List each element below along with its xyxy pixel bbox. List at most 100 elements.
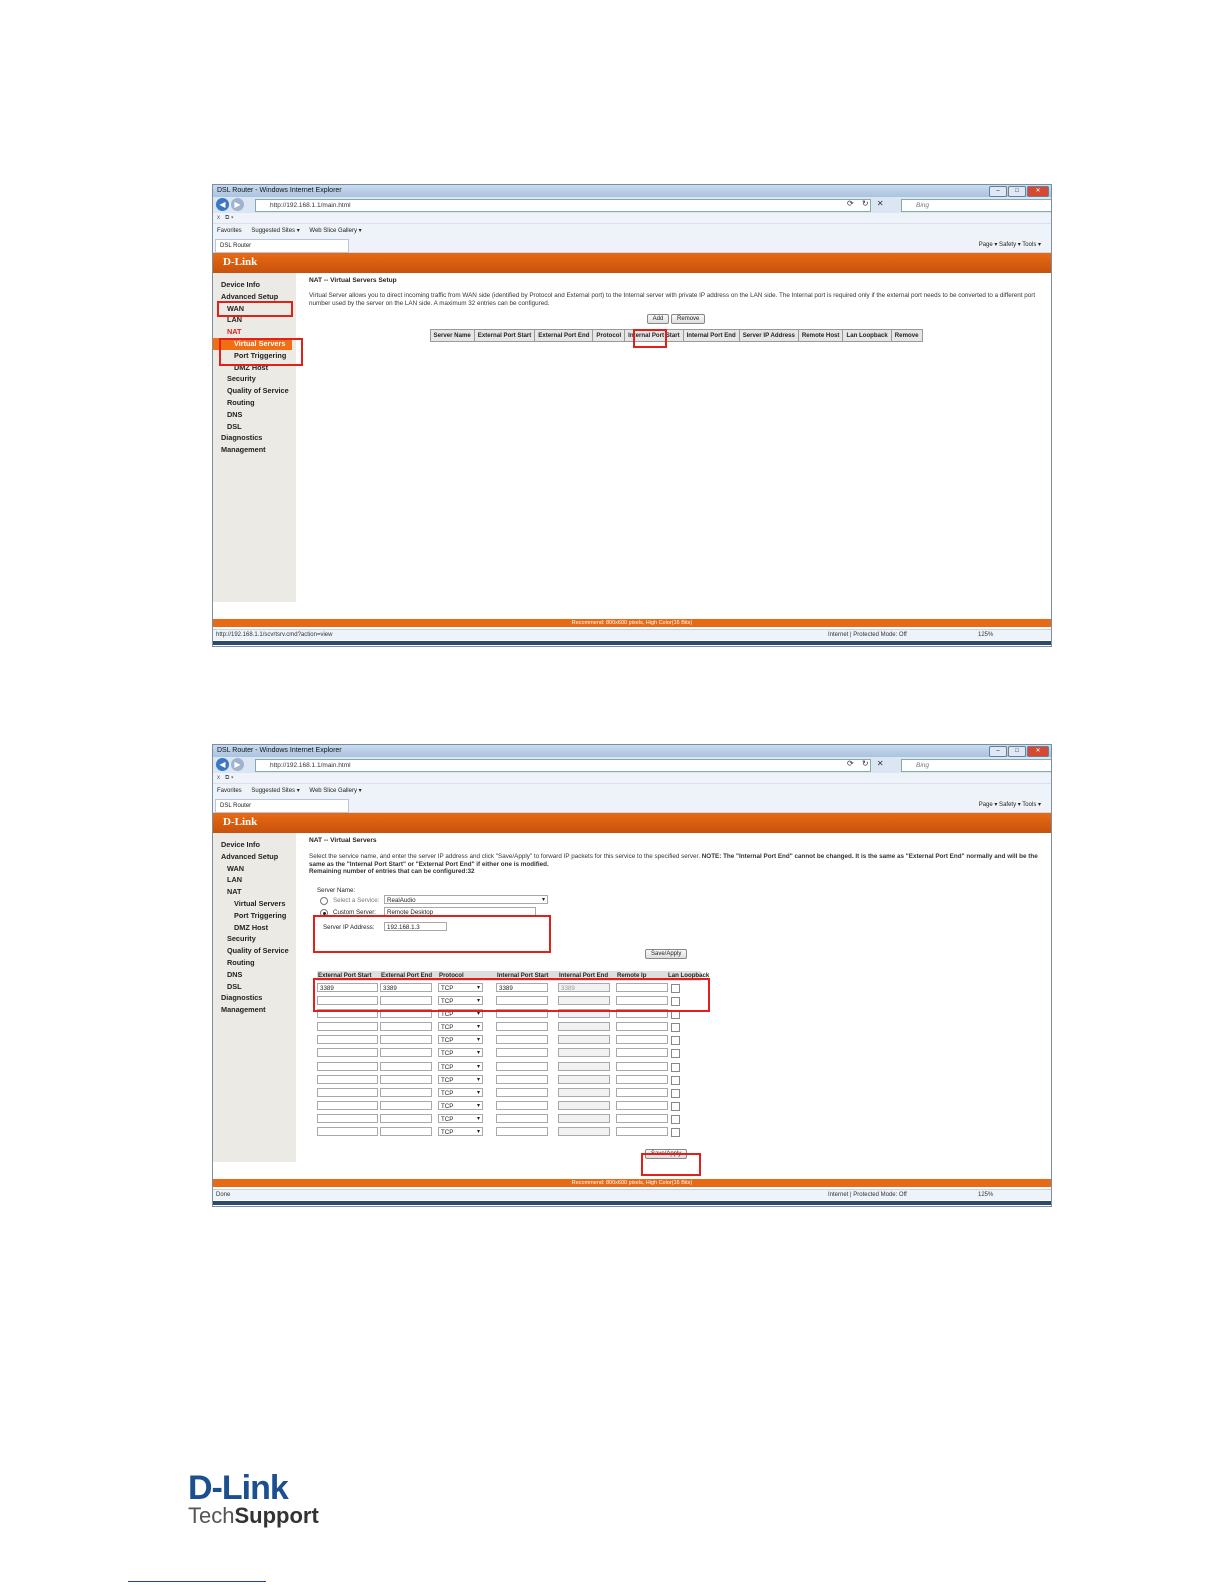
- external-port-start-input[interactable]: [317, 1022, 378, 1032]
- refresh-stop-icons[interactable]: ⟳ ↻ ✕: [847, 759, 887, 768]
- minimize-button[interactable]: –: [989, 186, 1007, 197]
- external-port-start-input[interactable]: [317, 1048, 378, 1058]
- sidebar-item-management[interactable]: Management: [213, 1004, 296, 1016]
- remote-ip-input[interactable]: [616, 1074, 668, 1084]
- sidebar-item-diagnostics[interactable]: Diagnostics: [213, 432, 296, 444]
- external-port-end-input[interactable]: [380, 1035, 432, 1045]
- sidebar-item-nat[interactable]: NAT: [213, 326, 296, 338]
- lan-loopback-checkbox[interactable]: [671, 997, 680, 1007]
- sidebar-item-dns[interactable]: DNS: [213, 969, 296, 981]
- back-icon[interactable]: ◀: [216, 758, 229, 771]
- internal-port-start-input[interactable]: [496, 1009, 548, 1019]
- sidebar-item-advanced-setup[interactable]: Advanced Setup: [213, 291, 296, 303]
- favorites-button[interactable]: Favorites: [217, 228, 242, 234]
- lan-loopback-checkbox[interactable]: [671, 984, 680, 993]
- protocol-select[interactable]: TCP: [438, 1074, 483, 1085]
- sidebar-item-management[interactable]: Management: [213, 444, 296, 456]
- internal-port-start-input[interactable]: [496, 1035, 548, 1045]
- sidebar-item-port-triggering[interactable]: Port Triggering: [213, 350, 296, 362]
- refresh-stop-icons[interactable]: ⟳ ↻ ✕: [847, 199, 887, 208]
- external-port-start-input[interactable]: [317, 1087, 378, 1097]
- external-port-start-input[interactable]: [317, 1074, 378, 1084]
- command-bar[interactable]: Page ▾ Safety ▾ Tools ▾: [979, 240, 1041, 250]
- external-port-end-input[interactable]: 3389: [380, 983, 432, 992]
- external-port-end-input[interactable]: [380, 1100, 432, 1110]
- external-port-end-input[interactable]: [380, 1048, 432, 1058]
- internal-port-start-input[interactable]: [496, 1048, 548, 1058]
- minimize-button[interactable]: –: [989, 746, 1007, 757]
- sidebar-item-device-info[interactable]: Device Info: [213, 839, 296, 851]
- sidebar-item-routing[interactable]: Routing: [213, 957, 296, 969]
- external-port-end-input[interactable]: [380, 1087, 432, 1097]
- sidebar-item-port-triggering[interactable]: Port Triggering: [213, 910, 296, 922]
- select-service-radio[interactable]: [320, 897, 328, 905]
- remote-ip-input[interactable]: [616, 1100, 668, 1110]
- sidebar-item-device-info[interactable]: Device Info: [213, 279, 296, 291]
- sidebar-item-dmz-host[interactable]: DMZ Host: [213, 362, 296, 374]
- internal-port-start-input[interactable]: [496, 1113, 548, 1123]
- sidebar-item-lan[interactable]: LAN: [213, 874, 296, 886]
- web-slice-gallery-link[interactable]: Web Slice Gallery ▾: [309, 228, 361, 234]
- external-port-start-input[interactable]: [317, 1061, 378, 1071]
- external-port-end-input[interactable]: [380, 1127, 432, 1137]
- external-port-start-input[interactable]: [317, 1100, 378, 1110]
- lan-loopback-checkbox[interactable]: [671, 1062, 680, 1072]
- favorites-button[interactable]: Favorites: [217, 788, 242, 794]
- external-port-start-input[interactable]: [317, 996, 378, 1006]
- remove-button[interactable]: Remove: [671, 314, 706, 324]
- remote-ip-input[interactable]: [616, 1113, 668, 1123]
- server-ip-input[interactable]: 192.168.1.3: [384, 922, 447, 931]
- close-button[interactable]: ✕: [1027, 746, 1049, 757]
- search-input[interactable]: Bing: [901, 199, 1051, 212]
- protocol-select[interactable]: TCP: [438, 996, 483, 1006]
- sidebar-item-virtual-servers[interactable]: Virtual Servers: [213, 898, 296, 910]
- sidebar-item-security[interactable]: Security: [213, 933, 296, 945]
- internal-port-start-input[interactable]: [496, 1074, 548, 1084]
- internal-port-start-input[interactable]: [496, 996, 548, 1006]
- remote-ip-input[interactable]: [616, 1087, 668, 1097]
- protocol-select[interactable]: TCP: [438, 1127, 483, 1137]
- sidebar-item-wan[interactable]: WAN: [213, 863, 296, 875]
- sidebar-item-lan[interactable]: LAN: [213, 314, 296, 326]
- external-port-end-input[interactable]: [380, 1009, 432, 1019]
- external-port-end-input[interactable]: [380, 1061, 432, 1071]
- remote-ip-input[interactable]: [616, 1127, 668, 1137]
- sidebar-item-wan[interactable]: WAN: [213, 303, 296, 315]
- remote-ip-input[interactable]: [616, 1022, 668, 1032]
- suggested-sites-link[interactable]: Suggested Sites ▾: [251, 228, 299, 234]
- service-select[interactable]: RealAudio: [384, 895, 548, 905]
- external-port-start-input[interactable]: [317, 1113, 378, 1123]
- remote-ip-input[interactable]: [616, 996, 668, 1006]
- sidebar-item-security[interactable]: Security: [213, 373, 296, 385]
- lan-loopback-checkbox[interactable]: [671, 1023, 680, 1033]
- external-port-start-input[interactable]: [317, 1127, 378, 1137]
- lan-loopback-checkbox[interactable]: [671, 1114, 680, 1124]
- internal-port-start-input[interactable]: [496, 1022, 548, 1032]
- protocol-select[interactable]: TCP: [438, 1100, 483, 1111]
- custom-server-input[interactable]: Remote Desktop: [384, 907, 536, 916]
- save-apply-button-bottom[interactable]: Save/Apply: [645, 1149, 688, 1159]
- protocol-select[interactable]: TCP: [438, 1035, 483, 1045]
- close-button[interactable]: ✕: [1027, 186, 1049, 197]
- address-field[interactable]: http://192.168.1.1/main.html: [255, 199, 871, 212]
- internal-port-start-input[interactable]: [496, 1061, 548, 1071]
- protocol-select[interactable]: TCP: [438, 983, 483, 993]
- tab-dsl-router[interactable]: DSL Router: [215, 239, 349, 253]
- protocol-select[interactable]: TCP: [438, 1061, 483, 1072]
- zoom-level[interactable]: 125%: [978, 630, 993, 640]
- protocol-select[interactable]: TCP: [438, 1048, 483, 1058]
- sidebar-item-dmz-host[interactable]: DMZ Host: [213, 922, 296, 934]
- protocol-select[interactable]: TCP: [438, 1113, 483, 1124]
- sidebar-item-virtual-servers[interactable]: Virtual Servers: [213, 337, 292, 350]
- forward-icon[interactable]: ▶: [231, 198, 244, 211]
- remote-ip-input[interactable]: [616, 1009, 668, 1019]
- external-port-end-input[interactable]: [380, 996, 432, 1006]
- remote-ip-input[interactable]: [616, 1061, 668, 1071]
- custom-server-radio[interactable]: [320, 909, 328, 917]
- sidebar-item-advanced-setup[interactable]: Advanced Setup: [213, 851, 296, 863]
- external-port-end-input[interactable]: [380, 1074, 432, 1084]
- back-icon[interactable]: ◀: [216, 198, 229, 211]
- zoom-level[interactable]: 125%: [978, 1190, 993, 1200]
- external-port-end-input[interactable]: [380, 1113, 432, 1123]
- maximize-button[interactable]: □: [1008, 746, 1026, 757]
